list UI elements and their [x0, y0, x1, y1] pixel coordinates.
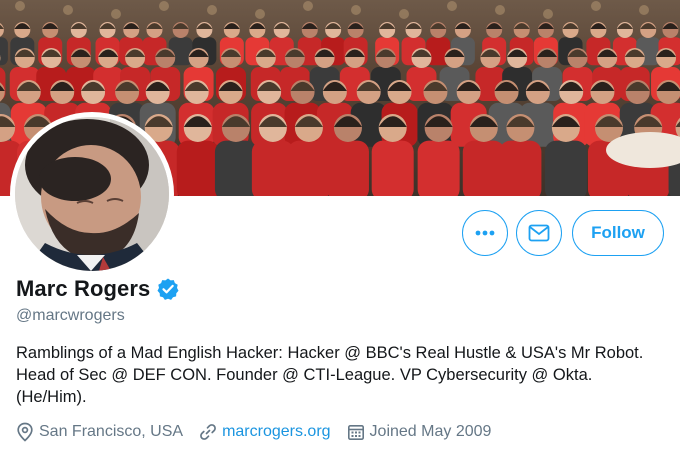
bio-line: Head of Sec @ DEF CON. Founder @ CTI-Lea… [16, 366, 593, 384]
profile-location: San Francisco, USA [16, 422, 183, 442]
profile-bio: Ramblings of a Mad English Hacker: Hacke… [16, 342, 666, 408]
location-pin-icon [17, 422, 33, 442]
profile-meta-row: San Francisco, USA marcrogers.org Joined… [16, 422, 507, 442]
more-icon [475, 230, 495, 236]
website-link[interactable]: marcrogers.org [222, 423, 330, 441]
link-icon [200, 424, 216, 440]
profile-handle: @marcwrogers [16, 307, 125, 324]
profile-joined: Joined May 2009 [347, 423, 492, 441]
bio-line: (He/Him). [16, 388, 87, 406]
calendar-icon [347, 424, 364, 440]
bio-line: Ramblings of a Mad English Hacker: Hacke… [16, 344, 644, 362]
profile-avatar[interactable] [10, 112, 174, 276]
envelope-icon [528, 224, 550, 242]
message-button[interactable] [516, 210, 562, 256]
display-name: Marc Rogers [16, 276, 151, 301]
joined-text: Joined May 2009 [369, 423, 492, 440]
avatar-photo [15, 117, 169, 271]
more-options-button[interactable] [462, 210, 508, 256]
follow-button[interactable]: Follow [572, 210, 664, 256]
location-text: San Francisco, USA [39, 423, 184, 440]
verified-badge-icon [157, 278, 179, 300]
profile-name-row: Marc Rogers [16, 276, 180, 302]
profile-website[interactable]: marcrogers.org [199, 423, 331, 441]
